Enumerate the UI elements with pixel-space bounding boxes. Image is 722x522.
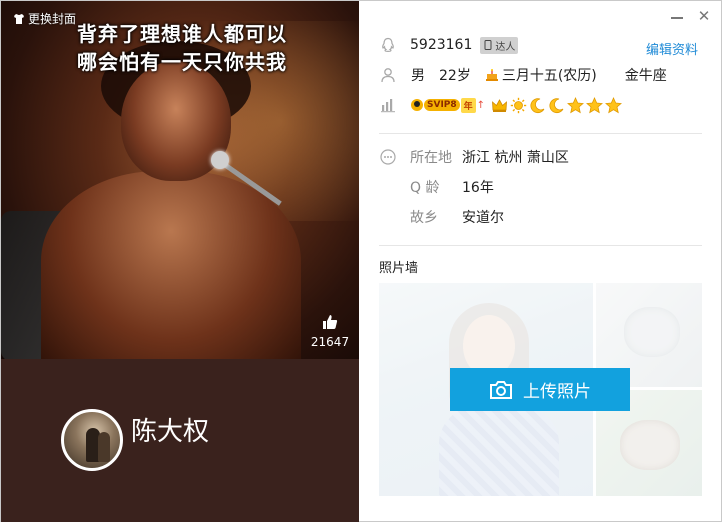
vip-penguin-icon — [411, 99, 423, 111]
star-icon[interactable] — [586, 96, 604, 114]
upload-photo-button[interactable]: 上传照片 — [450, 368, 630, 411]
level-chart-icon — [379, 96, 397, 114]
basic-info-row: 男 22岁 三月十五(农历) 金牛座 — [379, 65, 681, 85]
qq-age-value: 16年 — [462, 180, 494, 196]
cover-caption-line-1: 背弃了理想谁人都可以 — [77, 22, 287, 46]
qq-number: 5923161 — [410, 37, 473, 53]
phone-icon — [484, 40, 492, 50]
birthday: 三月十五(农历) — [485, 65, 611, 85]
profile-window: 更换封面 背弃了理想谁人都可以 哪会怕有一天只你共我 21647 陈大权 ✕ 5… — [0, 0, 722, 522]
like-count: 21647 — [310, 335, 350, 349]
zodiac: 金牛座 — [624, 68, 667, 84]
profile-info-panel: ✕ 5923161 达人 编辑资料 男 22岁 三月十五(农历) 金牛座 SVI… — [359, 1, 722, 522]
upload-photo-label: 上传照片 — [523, 382, 591, 402]
level-row: SVIP8 年 ↑ — [379, 96, 623, 114]
person-icon — [379, 66, 397, 84]
change-cover-button[interactable]: 更换封面 — [13, 10, 76, 27]
up-arrow-icon: ↑ — [476, 99, 486, 111]
moon-icon[interactable] — [548, 97, 565, 114]
svip-badge[interactable]: SVIP8 年 ↑ — [410, 97, 486, 113]
hometown-value: 安道尔 — [462, 210, 504, 226]
nickname: 陈大权 — [131, 417, 210, 447]
hometown-row: 故乡 安道尔 — [410, 207, 504, 227]
moon-icon[interactable] — [529, 97, 546, 114]
location-label: 所在地 — [410, 150, 452, 166]
age: 22岁 — [439, 68, 471, 84]
photo-wall-title: 照片墙 — [379, 261, 419, 276]
crown-icon[interactable] — [491, 97, 508, 114]
close-button[interactable]: ✕ — [696, 8, 712, 24]
star-icon[interactable] — [567, 96, 585, 114]
sun-icon[interactable] — [510, 97, 527, 114]
birthday-text: 三月十五(农历) — [501, 68, 597, 84]
hometown-label: 故乡 — [410, 210, 438, 226]
qq-number-row: 5923161 达人 — [379, 36, 519, 54]
cake-icon — [485, 69, 498, 81]
svip-year-label: 年 — [460, 97, 476, 113]
cover-caption: 背弃了理想谁人都可以 哪会怕有一天只你共我 — [77, 20, 287, 76]
thumbs-up-icon — [323, 315, 338, 329]
qq-age-label: Q 龄 — [410, 180, 440, 196]
star-icon[interactable] — [605, 96, 623, 114]
change-cover-label: 更换封面 — [28, 12, 77, 26]
qq-age-row: Q 龄 16年 — [410, 177, 494, 197]
location-value: 浙江 杭州 萧山区 — [462, 150, 569, 166]
more-dots-icon — [379, 148, 397, 166]
profile-cover-panel: 更换封面 背弃了理想谁人都可以 哪会怕有一天只你共我 21647 陈大权 — [1, 1, 359, 522]
expert-badge[interactable]: 达人 — [480, 36, 519, 54]
penguin-icon — [379, 36, 397, 54]
like-button[interactable]: 21647 — [307, 313, 353, 349]
camera-icon — [490, 380, 512, 399]
divider — [379, 133, 702, 134]
shirt-icon — [14, 13, 24, 24]
avatar[interactable] — [61, 409, 123, 471]
minimize-button[interactable] — [670, 9, 684, 23]
gender: 男 — [411, 68, 425, 84]
svip-label: SVIP8 — [424, 99, 460, 111]
photo-wall: 上传照片 — [379, 283, 702, 496]
cover-caption-line-2: 哪会怕有一天只你共我 — [77, 50, 287, 74]
divider — [379, 245, 702, 246]
expert-badge-label: 达人 — [495, 41, 516, 53]
edit-profile-link[interactable]: 编辑资料 — [646, 39, 698, 58]
location-row: 所在地 浙江 杭州 萧山区 — [379, 147, 569, 167]
